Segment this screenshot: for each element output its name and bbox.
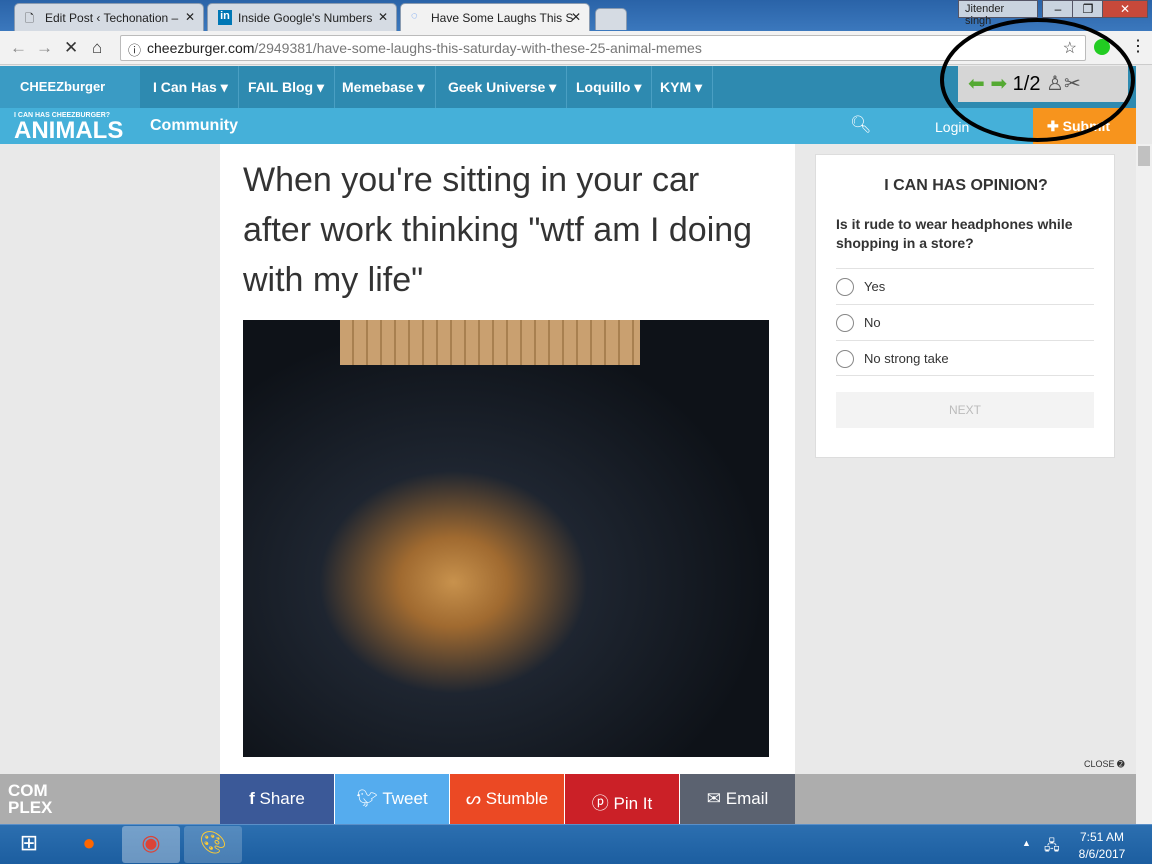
radio-icon[interactable] xyxy=(836,278,854,296)
animals-logo[interactable]: I CAN HAS CHEEZBURGER? ANIMALS xyxy=(0,108,140,144)
nav-fail-blog[interactable]: FAIL Blog ▾ xyxy=(238,66,335,108)
tab-linkedin[interactable]: in Inside Google's Numbers ✕ xyxy=(207,3,397,31)
address-bar[interactable]: ⓘ cheezburger.com/2949381/have-some-laugh… xyxy=(120,35,1086,61)
clock[interactable]: 7:51 AM 8/6/2017 xyxy=(1072,829,1132,863)
time: 7:51 AM xyxy=(1079,830,1125,844)
option-label: No xyxy=(864,315,881,330)
image-background xyxy=(340,320,640,365)
poll-option-no[interactable]: No xyxy=(836,304,1094,340)
share-label: Tweet xyxy=(382,789,428,808)
share-email-button[interactable]: ✉ Email xyxy=(680,774,795,824)
close-label: CLOSE xyxy=(1084,759,1115,769)
article-title: When you're sitting in your car after wo… xyxy=(243,161,753,299)
option-label: No strong take xyxy=(864,351,949,366)
menu-icon[interactable]: ⋮ xyxy=(1130,36,1146,56)
next-button[interactable]: NEXT xyxy=(836,392,1094,428)
paint-icon[interactable]: 🎨︎ xyxy=(184,826,242,863)
twitter-icon: 🐦︎ xyxy=(356,789,378,808)
scrollbar[interactable] xyxy=(1136,144,1152,824)
nav-label: Memebase xyxy=(342,79,414,95)
radio-icon[interactable] xyxy=(836,314,854,332)
linkedin-icon: in xyxy=(218,10,232,25)
nav-memebase[interactable]: Memebase ▾ xyxy=(332,66,436,108)
email-icon: ✉ xyxy=(706,789,721,808)
stop-icon[interactable]: ✕ xyxy=(64,38,78,58)
maximize-button[interactable]: ❐ xyxy=(1072,0,1104,18)
share-label: Pin It xyxy=(613,794,653,813)
back-icon[interactable]: ← xyxy=(10,38,27,58)
nav-i-can-has[interactable]: I Can Has ▾ xyxy=(143,66,239,108)
nav-label: KYM xyxy=(660,79,692,95)
option-label: Yes xyxy=(864,279,886,294)
share-label: Share xyxy=(259,789,305,808)
nav-kym[interactable]: KYM ▾ xyxy=(650,66,714,108)
close-tab-icon[interactable]: ✕ xyxy=(378,10,388,24)
close-window-button[interactable]: ✕ xyxy=(1102,0,1148,18)
close-tab-icon[interactable]: ✕ xyxy=(185,10,195,24)
info-icon: ⓘ xyxy=(128,43,142,58)
logo-main: ANIMALS xyxy=(14,117,124,144)
nav-label: FAIL Blog xyxy=(248,79,314,95)
profile-button[interactable]: Jitender singh xyxy=(958,0,1038,27)
share-label: Email xyxy=(725,789,769,808)
share-stumble-button[interactable]: ᔕ Stumble xyxy=(450,774,565,824)
new-tab-button[interactable] xyxy=(595,8,627,30)
cheezburger-logo[interactable]: CHEEZburger xyxy=(0,66,140,108)
share-pinterest-button[interactable]: ⓟ Pin It xyxy=(565,774,680,824)
poll-option-yes[interactable]: Yes xyxy=(836,268,1094,304)
close-tab-icon[interactable]: ✕ xyxy=(571,10,581,24)
nav-label: I Can Has xyxy=(153,79,217,95)
network-icon[interactable]: 🖧 xyxy=(1044,835,1060,859)
url-path: /2949381/have-some-laughs-this-saturday-… xyxy=(254,40,702,56)
poll-option-no-strong-take[interactable]: No strong take xyxy=(836,340,1094,376)
community-link[interactable]: Community xyxy=(150,117,238,135)
url-domain: cheezburger.com xyxy=(147,40,255,56)
home-icon[interactable]: ⌂ xyxy=(92,38,102,58)
share-label: Stumble xyxy=(485,789,549,808)
chrome-icon[interactable]: ◉ xyxy=(122,826,180,863)
loading-spinner-icon: ◌ xyxy=(411,10,418,22)
poll-question: Is it rude to wear headphones while shop… xyxy=(836,216,1073,251)
start-button[interactable]: ⊞ xyxy=(0,826,58,863)
nav-label: Loquillo xyxy=(576,79,631,95)
close-ad-button[interactable]: CLOSE ➋ xyxy=(1084,759,1125,770)
minimize-button[interactable]: – xyxy=(1042,0,1074,18)
radio-icon[interactable] xyxy=(836,350,854,368)
nav-label: Geek Universe xyxy=(448,79,546,95)
tab-label: Edit Post ‹ Techonation – xyxy=(45,11,179,25)
nav-geek-universe[interactable]: Geek Universe ▾ xyxy=(438,66,568,108)
share-twitter-button[interactable]: 🐦︎ Tweet xyxy=(335,774,450,824)
facebook-icon: f xyxy=(249,789,255,808)
meme-image xyxy=(243,320,769,757)
tab-edit-post[interactable]: 🗋 Edit Post ‹ Techonation – ✕ xyxy=(14,3,204,31)
complex-logo: COM PLEX xyxy=(8,781,53,817)
stumbleupon-icon: ᔕ xyxy=(465,789,482,808)
tab-cheezburger[interactable]: ◌ Have Some Laughs This S ✕ xyxy=(400,3,590,31)
poll-widget: I CAN HAS OPINION? Is it rude to wear he… xyxy=(815,154,1115,458)
search-icon[interactable]: 🔍︎ xyxy=(850,115,872,135)
firefox-icon[interactable]: ● xyxy=(60,826,118,863)
date: 8/6/2017 xyxy=(1078,847,1126,861)
tab-label: Have Some Laughs This S xyxy=(431,11,574,25)
forward-icon[interactable]: → xyxy=(36,38,53,58)
annotation-circle xyxy=(940,18,1135,142)
pinterest-icon: ⓟ xyxy=(591,794,609,813)
nav-loquillo[interactable]: Loquillo ▾ xyxy=(566,66,653,108)
poll-heading: I CAN HAS OPINION? xyxy=(884,177,1048,194)
document-icon: 🗋 xyxy=(25,13,34,25)
tray-expand-icon[interactable]: ▲ xyxy=(1022,838,1031,848)
share-facebook-button[interactable]: f Share xyxy=(220,774,335,824)
tab-label: Inside Google's Numbers xyxy=(238,11,373,25)
